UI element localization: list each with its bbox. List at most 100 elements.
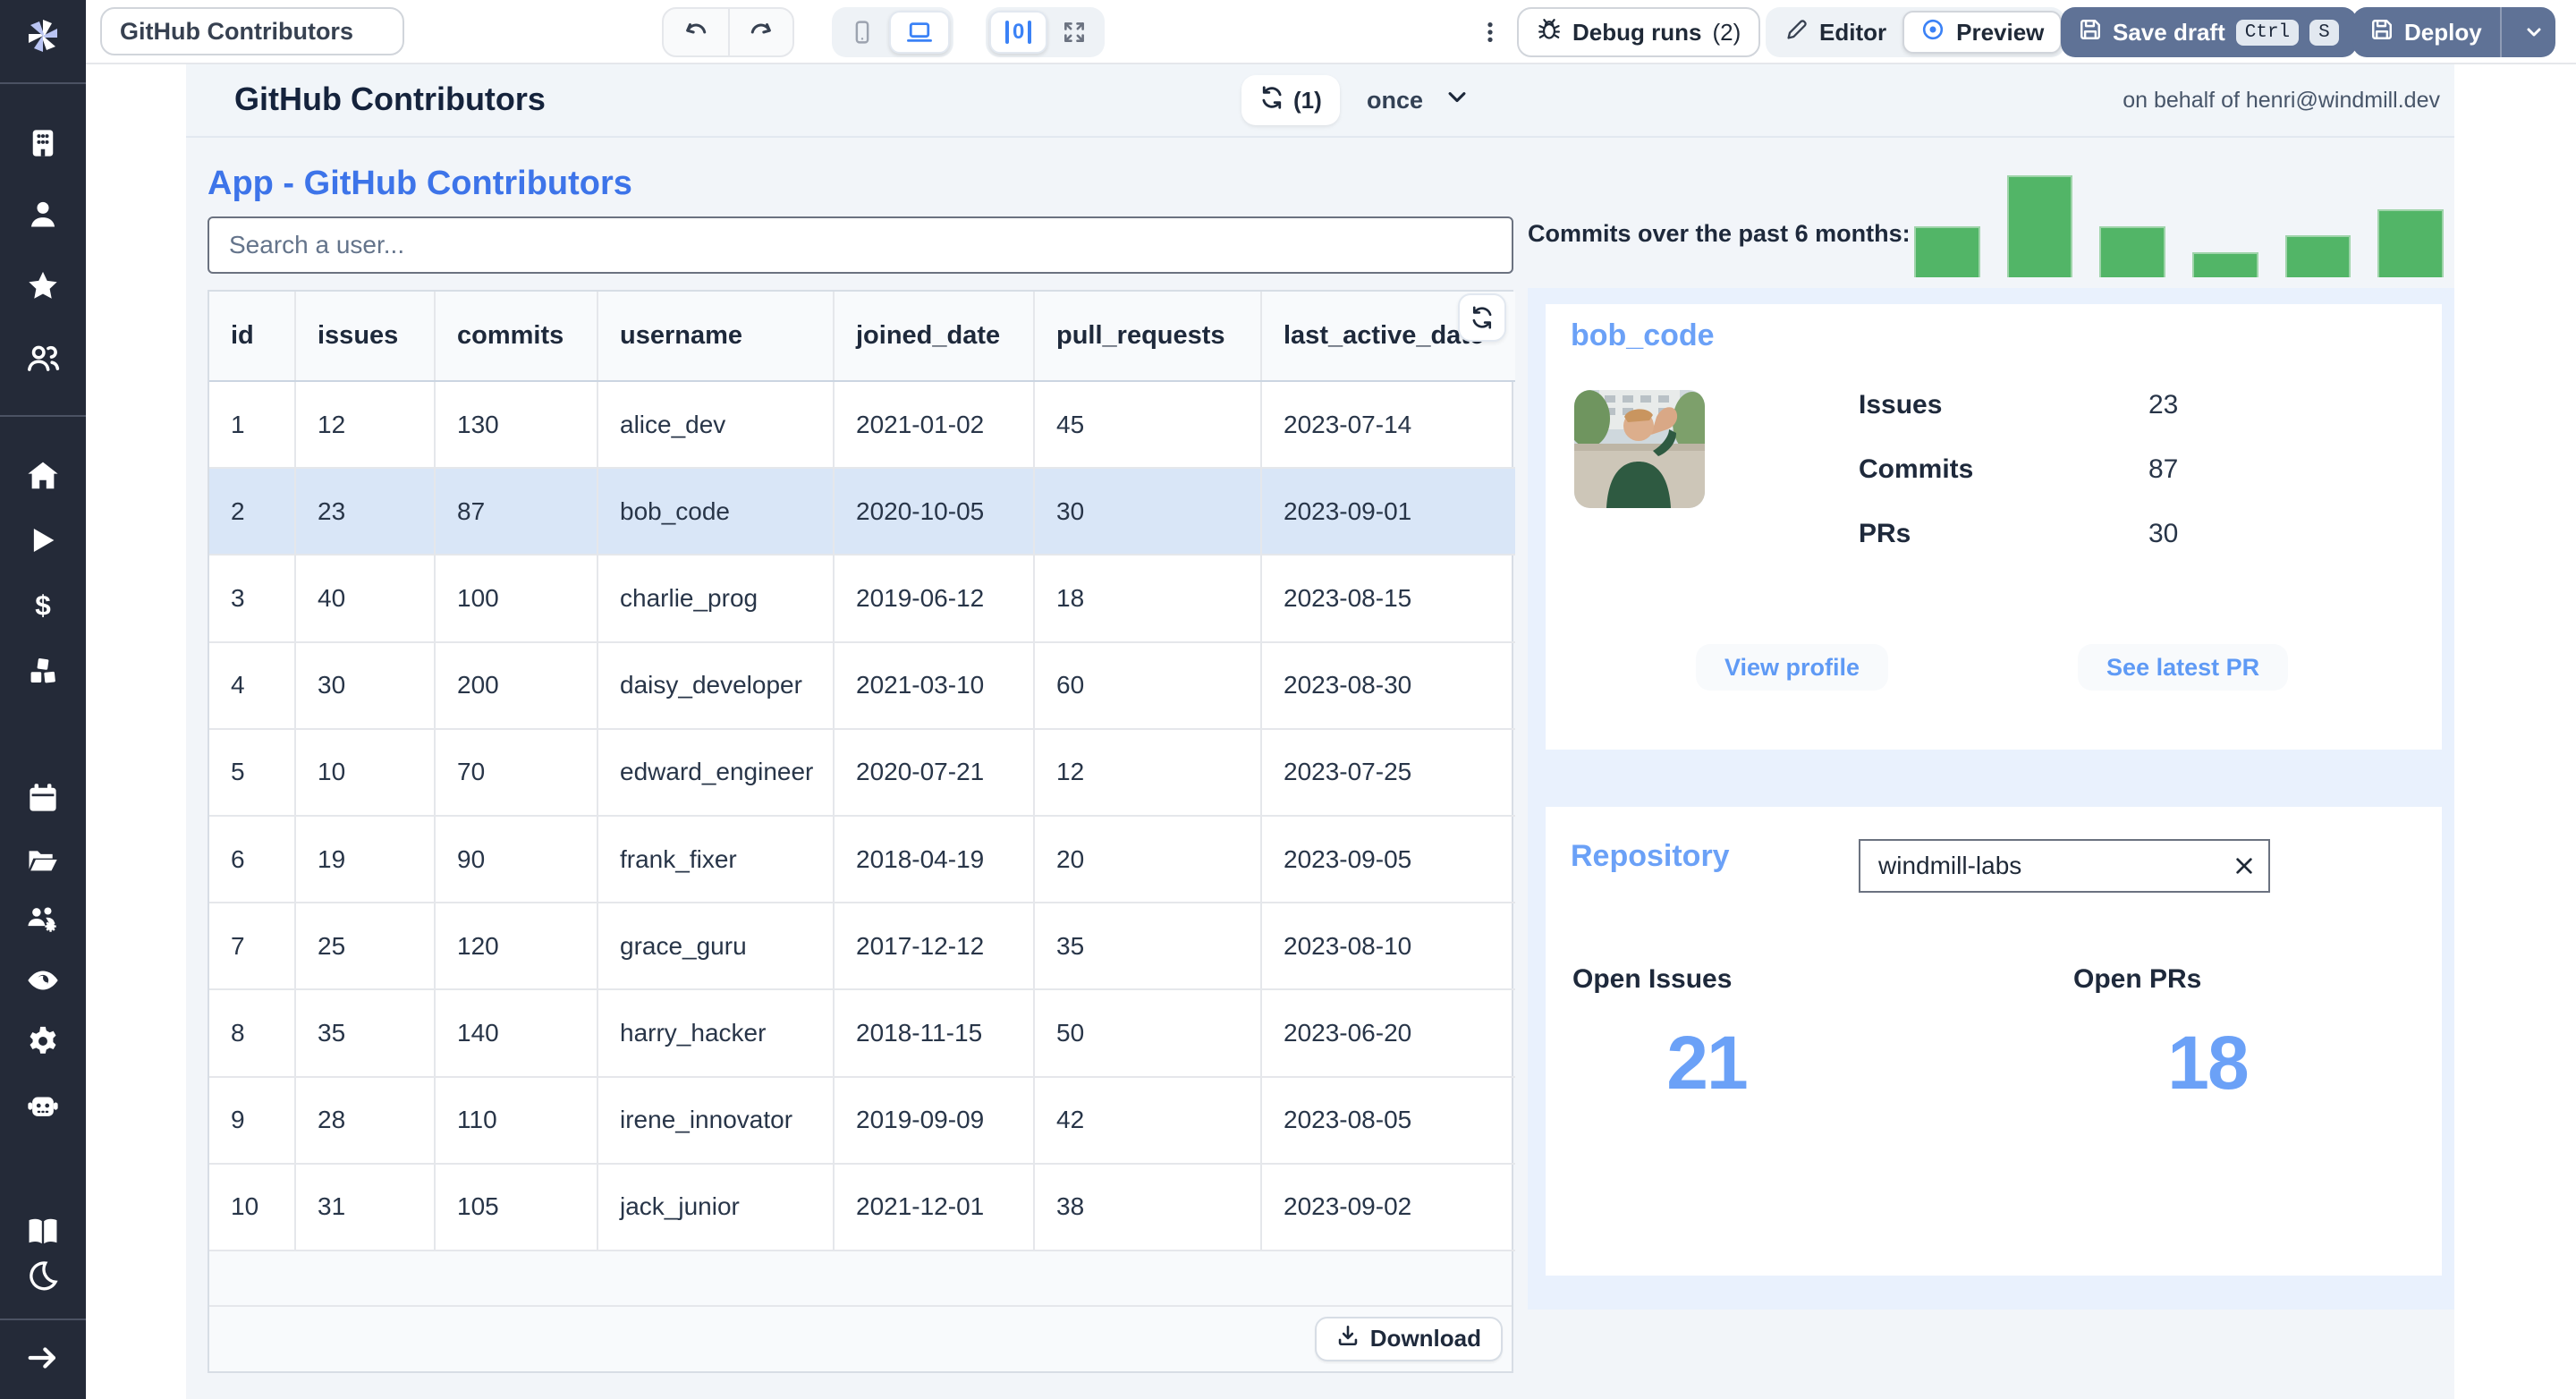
table-cell: 10 bbox=[295, 728, 436, 817]
table-cell: 1 bbox=[209, 381, 296, 470]
table-cell: 30 bbox=[295, 641, 436, 730]
app-name-input[interactable] bbox=[100, 7, 404, 55]
sidebar-item-schedules[interactable] bbox=[25, 780, 61, 816]
sidebar-item-user[interactable] bbox=[25, 197, 61, 233]
table-refresh-button[interactable] bbox=[1458, 293, 1506, 342]
table-header-row: id issues commits username joined_date pull_r… bbox=[209, 292, 1515, 382]
table-cell: 20 bbox=[1034, 815, 1262, 904]
table-column-header: commits bbox=[435, 292, 598, 382]
see-latest-pr-button[interactable]: See latest PR bbox=[2078, 644, 2289, 691]
sidebar-item-docs[interactable] bbox=[25, 1213, 61, 1249]
table-row[interactable]: 7 25 120 grace_guru 2017-12-12 35 2023-08-10 bbox=[209, 903, 1515, 991]
table-cell: 4 bbox=[209, 641, 296, 730]
eye-icon bbox=[1920, 17, 1945, 48]
sidebar-item-workspace[interactable] bbox=[25, 125, 61, 161]
sidebar-item-variables[interactable]: $ bbox=[25, 587, 61, 623]
preview-tab[interactable]: Preview bbox=[1902, 11, 2063, 54]
table-row[interactable]: 1 12 130 alice_dev 2021-01-02 45 2023-07-14 bbox=[209, 381, 1515, 470]
download-icon bbox=[1336, 1324, 1360, 1353]
table-cell: 40 bbox=[295, 555, 436, 643]
editor-preview-toggle: Editor Preview bbox=[1766, 7, 2066, 57]
kbd-s: S bbox=[2309, 19, 2339, 46]
table-row[interactable]: 10 31 105 jack_junior 2021-12-01 38 2023-09-02 bbox=[209, 1163, 1515, 1251]
table-cell: grace_guru bbox=[597, 903, 835, 991]
user-card: bob_code Issues 23 Commits 87 PRs 30 Vie… bbox=[1546, 304, 2442, 750]
sidebar-item-runs[interactable] bbox=[25, 522, 61, 558]
sidebar-item-settings[interactable] bbox=[25, 1023, 61, 1059]
pencil-icon bbox=[1785, 18, 1809, 47]
table-row[interactable]: 4 30 200 daisy_developer 2021-03-10 60 2023-08… bbox=[209, 641, 1515, 730]
sidebar-item-workers[interactable] bbox=[25, 1088, 61, 1123]
sidebar-item-favorites[interactable] bbox=[25, 268, 61, 304]
fullscreen-button[interactable] bbox=[1047, 11, 1101, 54]
table-cell: 31 bbox=[295, 1163, 436, 1251]
preview-label: Preview bbox=[1956, 18, 2045, 46]
mobile-view-button[interactable] bbox=[835, 11, 889, 54]
app-title: GitHub Contributors bbox=[234, 81, 546, 117]
app-refresh-button[interactable]: (1) bbox=[1241, 75, 1340, 125]
refresh-icon bbox=[1259, 85, 1284, 116]
table-row[interactable]: 9 28 110 irene_innovator 2019-09-09 42 2023-08… bbox=[209, 1076, 1515, 1165]
table-cell: bob_code bbox=[597, 468, 835, 556]
table-cell: 2019-09-09 bbox=[834, 1076, 1035, 1165]
app-heading: App - GitHub Contributors bbox=[208, 165, 632, 202]
deploy-button-divider bbox=[2499, 7, 2502, 57]
save-draft-button[interactable]: Save draft Ctrl S bbox=[2061, 7, 2357, 57]
repository-input[interactable] bbox=[1860, 852, 2219, 880]
clear-input-icon[interactable] bbox=[2219, 841, 2268, 891]
view-profile-button[interactable]: View profile bbox=[1696, 644, 1889, 691]
more-options-menu[interactable] bbox=[1474, 11, 1506, 54]
redo-button[interactable] bbox=[728, 9, 792, 55]
desktop-view-button[interactable] bbox=[889, 11, 950, 54]
table-cell: 90 bbox=[435, 815, 598, 904]
table-row[interactable]: 8 35 140 harry_hacker 2018-11-15 50 2023-06-20 bbox=[209, 989, 1515, 1078]
sidebar-item-resources[interactable] bbox=[25, 653, 61, 689]
sidebar-item-home[interactable] bbox=[25, 458, 61, 494]
table-cell: 2017-12-12 bbox=[834, 903, 1035, 991]
table-cell: 2018-11-15 bbox=[834, 989, 1035, 1078]
sidebar-divider bbox=[0, 1318, 86, 1320]
table-cell: 200 bbox=[435, 641, 598, 730]
editor-tab[interactable]: Editor bbox=[1769, 11, 1902, 54]
table-cell: 130 bbox=[435, 381, 598, 470]
top-toolbar: 0 Debug runs (2) Editor bbox=[86, 0, 2576, 64]
table-row[interactable]: 5 10 70 edward_engineer 2020-07-21 12 2023-07-… bbox=[209, 728, 1515, 817]
undo-button[interactable] bbox=[664, 9, 728, 55]
refresh-count: (1) bbox=[1293, 86, 1322, 114]
table-row[interactable]: 2 23 87 bob_code 2020-10-05 30 2023-09-01 bbox=[209, 468, 1515, 556]
align-center-icon: 0 bbox=[1005, 20, 1032, 45]
windmill-logo-icon[interactable] bbox=[23, 16, 63, 55]
align-center-button[interactable]: 0 bbox=[989, 11, 1048, 54]
table-cell: edward_engineer bbox=[597, 728, 835, 817]
sidebar-item-members[interactable] bbox=[25, 340, 61, 376]
stat-row-commits: Commits 87 bbox=[1859, 454, 2288, 494]
deploy-button[interactable]: Deploy bbox=[2352, 7, 2555, 57]
download-button[interactable]: Download bbox=[1314, 1316, 1503, 1361]
table-cell: jack_junior bbox=[597, 1163, 835, 1251]
table-cell: alice_dev bbox=[597, 381, 835, 470]
app-header-bar: GitHub Contributors (1) once on behalf o… bbox=[186, 64, 2454, 138]
dark-mode-toggle-icon[interactable] bbox=[25, 1258, 61, 1293]
expand-sidebar-icon[interactable] bbox=[25, 1340, 61, 1376]
table-row[interactable]: 3 40 100 charlie_prog 2019-06-12 18 2023-08-15 bbox=[209, 555, 1515, 643]
table-cell: 70 bbox=[435, 728, 598, 817]
table-cell: 105 bbox=[435, 1163, 598, 1251]
repository-input-wrap bbox=[1859, 839, 2270, 893]
sidebar-item-groups[interactable] bbox=[25, 902, 61, 937]
chart-bar bbox=[1914, 226, 1980, 277]
bug-icon bbox=[1537, 17, 1562, 48]
table-cell: 2023-08-30 bbox=[1261, 641, 1515, 730]
deploy-label: Deploy bbox=[2404, 18, 2482, 46]
table-cell: daisy_developer bbox=[597, 641, 835, 730]
search-user-input[interactable] bbox=[208, 216, 1513, 274]
deploy-dropdown-button[interactable] bbox=[2512, 21, 2548, 43]
sidebar-item-audit-logs[interactable] bbox=[25, 962, 61, 998]
table-cell: 2021-01-02 bbox=[834, 381, 1035, 470]
open-issues-block: Open Issues 21 bbox=[1572, 964, 1841, 1106]
debug-runs-button[interactable]: Debug runs (2) bbox=[1517, 7, 1761, 57]
schedule-label: once bbox=[1367, 86, 1424, 114]
table-cell: 8 bbox=[209, 989, 296, 1078]
table-row[interactable]: 6 19 90 frank_fixer 2018-04-19 20 2023-09-05 bbox=[209, 815, 1515, 904]
sidebar-item-folders[interactable] bbox=[25, 843, 61, 878]
chevron-down-icon[interactable] bbox=[1445, 85, 1470, 116]
